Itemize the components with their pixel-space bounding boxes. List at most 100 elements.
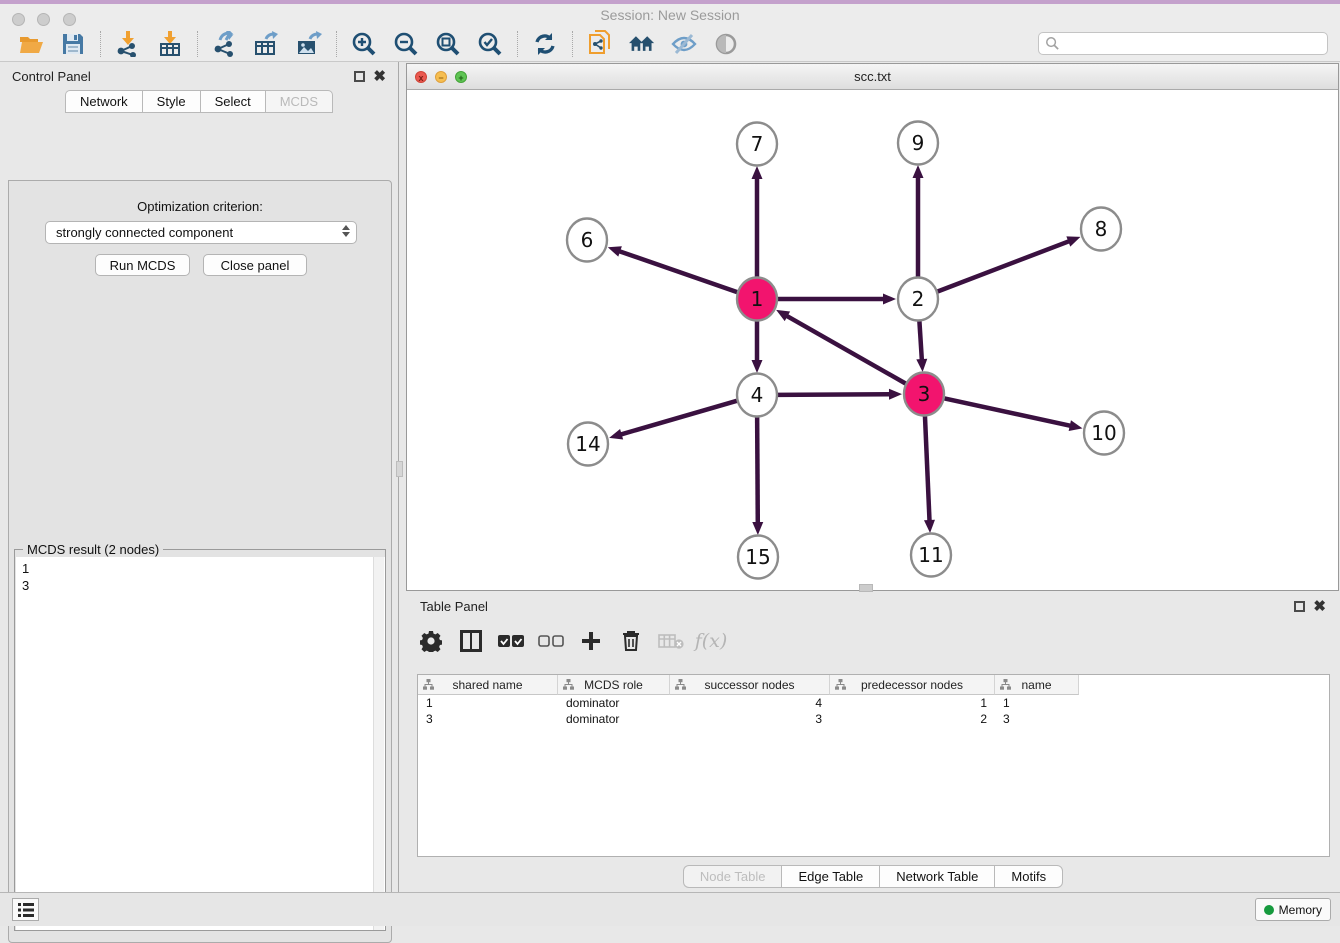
edge-4-14[interactable] [620, 401, 737, 435]
memory-button[interactable]: Memory [1255, 898, 1331, 921]
svg-text:14: 14 [575, 432, 600, 456]
tab-style[interactable]: Style [142, 90, 200, 113]
toolbar-separator [336, 31, 337, 57]
close-window-icon[interactable] [12, 13, 25, 26]
column-header-successor-nodes[interactable]: successor nodes [670, 675, 830, 695]
edge-arrowhead [913, 165, 924, 178]
close-panel-button[interactable]: Close panel [203, 254, 307, 276]
save-icon[interactable] [60, 31, 86, 57]
graph-node-6[interactable]: 6 [567, 219, 607, 262]
graph-node-7[interactable]: 7 [737, 123, 777, 166]
edge-3-10[interactable] [945, 398, 1072, 426]
network-window-titlebar[interactable]: x − + scc.txt [407, 64, 1338, 90]
close-table-panel-icon[interactable]: ✖ [1313, 601, 1326, 612]
edge-arrowhead [1069, 420, 1083, 431]
search-box[interactable] [1038, 32, 1328, 55]
edge-3-1[interactable] [786, 315, 906, 383]
result-scrollbar[interactable] [373, 557, 384, 930]
graph-node-9[interactable]: 9 [898, 122, 938, 165]
graph-node-4[interactable]: 4 [737, 374, 777, 417]
search-input[interactable] [1060, 34, 1327, 53]
float-table-panel-icon[interactable] [1294, 601, 1305, 612]
column-header-predecessor-nodes[interactable]: predecessor nodes [830, 675, 995, 695]
tab-node-table[interactable]: Node Table [683, 865, 782, 888]
column-header-shared-name[interactable]: shared name [418, 675, 558, 695]
table-cell[interactable]: 1 [995, 695, 1079, 711]
edge-2-3[interactable] [919, 320, 922, 361]
export-network-icon[interactable] [212, 31, 238, 57]
float-panel-icon[interactable] [354, 71, 365, 82]
column-header-MCDS-role[interactable]: MCDS role [558, 675, 670, 695]
split-column-icon[interactable] [458, 628, 484, 654]
zoom-fit-icon[interactable] [435, 31, 461, 57]
tab-network[interactable]: Network [65, 90, 142, 113]
table-cell[interactable]: 3 [995, 711, 1079, 727]
gear-icon[interactable] [418, 628, 444, 654]
node-table[interactable]: shared nameMCDS rolesuccessor nodesprede… [417, 674, 1330, 857]
eye-slash-icon[interactable] [671, 31, 697, 57]
table-cell[interactable]: dominator [558, 711, 670, 727]
mcds-result-textarea[interactable]: 1 3 [16, 557, 385, 930]
export-table-icon[interactable] [254, 31, 280, 57]
eye-icon[interactable] [713, 31, 739, 57]
edge-4-15[interactable] [757, 416, 758, 524]
svg-text:8: 8 [1095, 217, 1108, 241]
edge-arrowhead [1066, 236, 1080, 246]
table-row[interactable]: 1dominator411 [418, 695, 1329, 711]
table-cell[interactable]: dominator [558, 695, 670, 711]
graph-node-14[interactable]: 14 [568, 423, 608, 466]
tab-mcds[interactable]: MCDS [265, 90, 333, 113]
splitter-grip[interactable] [396, 461, 403, 477]
zoom-selected-icon[interactable] [477, 31, 503, 57]
edge-1-6[interactable] [618, 251, 737, 292]
table-cell[interactable]: 3 [418, 711, 558, 727]
optimization-criterion-select[interactable]: strongly connected component [45, 221, 357, 244]
splitter-grip-horizontal[interactable] [859, 584, 873, 592]
zoom-in-icon[interactable] [351, 31, 377, 57]
graph-node-8[interactable]: 8 [1081, 208, 1121, 251]
mcds-result-title: MCDS result (2 nodes) [23, 542, 163, 557]
minimize-window-icon[interactable] [37, 13, 50, 26]
select-all-icon[interactable] [498, 628, 524, 654]
open-folder-icon[interactable] [18, 31, 44, 57]
table-cell[interactable]: 3 [670, 711, 830, 727]
graph-node-10[interactable]: 10 [1084, 412, 1124, 455]
add-column-icon[interactable] [578, 628, 604, 654]
graph-node-3[interactable]: 3 [904, 373, 944, 416]
edge-3-11[interactable] [925, 415, 930, 522]
svg-text:4: 4 [751, 383, 764, 407]
close-panel-icon[interactable]: ✖ [373, 71, 386, 82]
window-title: Session: New Session [0, 4, 1340, 27]
network-document-share-icon[interactable] [587, 31, 613, 57]
graph-node-11[interactable]: 11 [911, 534, 951, 577]
graph-node-2[interactable]: 2 [898, 278, 938, 321]
tab-motifs[interactable]: Motifs [994, 865, 1063, 888]
import-table-icon[interactable] [157, 31, 183, 57]
export-image-icon[interactable] [296, 31, 322, 57]
table-cell[interactable]: 1 [418, 695, 558, 711]
deselect-all-icon[interactable] [538, 628, 564, 654]
run-mcds-button[interactable]: Run MCDS [95, 254, 190, 276]
graph-node-1[interactable]: 1 [737, 278, 777, 321]
table-cell[interactable]: 2 [830, 711, 995, 727]
edge-4-3[interactable] [778, 394, 891, 395]
edge-2-8[interactable] [938, 241, 1071, 292]
graph-node-15[interactable]: 15 [738, 536, 778, 579]
delete-icon[interactable] [618, 628, 644, 654]
import-network-icon[interactable] [115, 31, 141, 57]
task-history-button[interactable] [12, 898, 39, 921]
table-row[interactable]: 3dominator323 [418, 711, 1329, 727]
zoom-window-icon[interactable] [63, 13, 76, 26]
toolbar-separator [572, 31, 573, 57]
tab-select[interactable]: Select [200, 90, 265, 113]
refresh-layout-icon[interactable] [532, 31, 558, 57]
network-graph[interactable]: 7 9 6 8 1 2 4 3 14 10 15 11 [407, 90, 1338, 590]
table-cell[interactable]: 1 [830, 695, 995, 711]
column-header-name[interactable]: name [995, 675, 1079, 695]
homes-icon[interactable] [629, 31, 655, 57]
svg-text:15: 15 [745, 545, 770, 569]
tab-edge-table[interactable]: Edge Table [781, 865, 879, 888]
tab-network-table[interactable]: Network Table [879, 865, 994, 888]
zoom-out-icon[interactable] [393, 31, 419, 57]
table-cell[interactable]: 4 [670, 695, 830, 711]
